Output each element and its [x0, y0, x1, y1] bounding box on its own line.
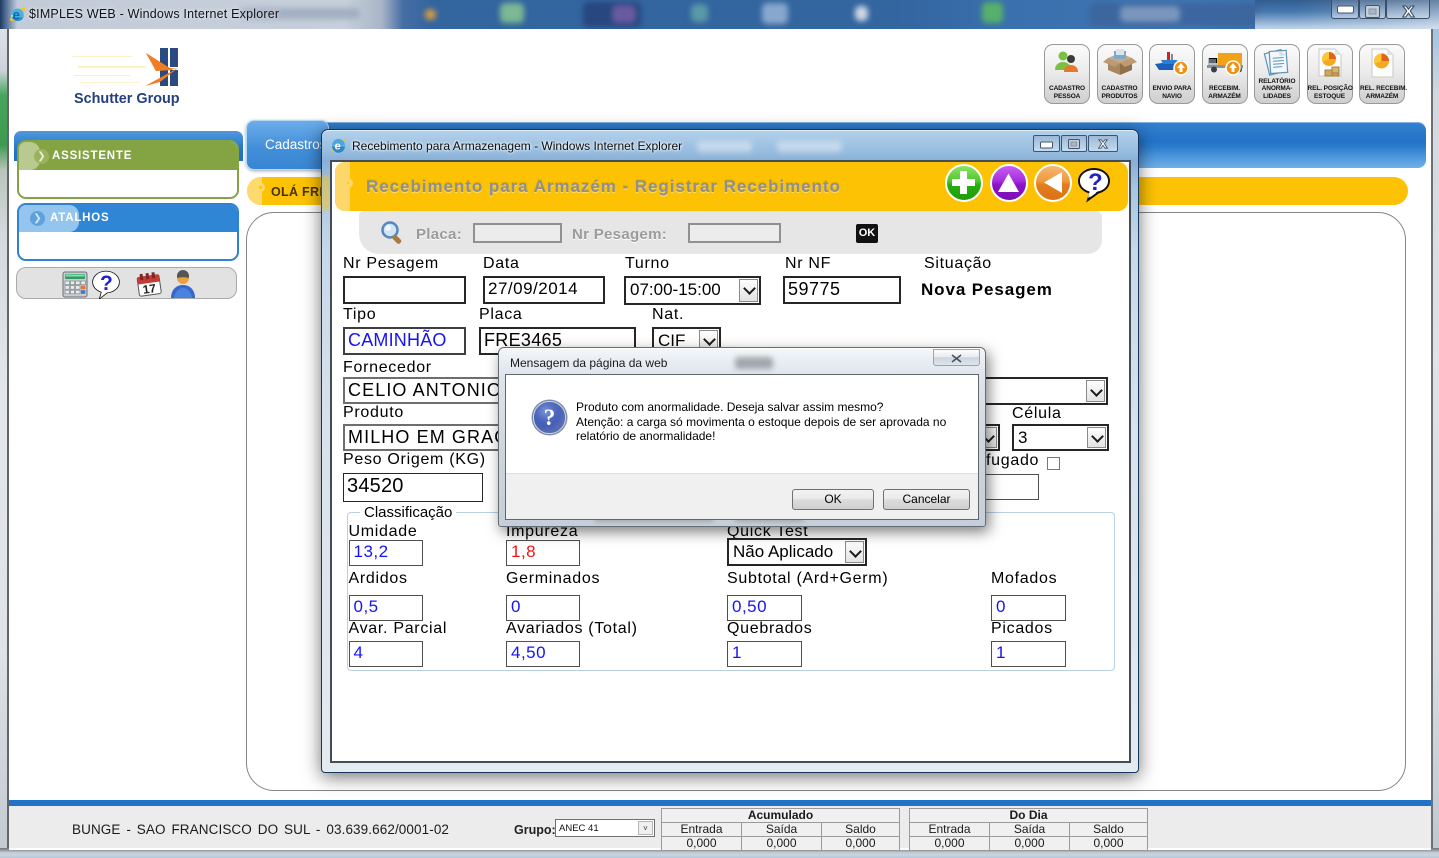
- svg-text:?: ?: [100, 272, 113, 295]
- svg-text:e: e: [334, 141, 340, 153]
- svg-text:?: ?: [1088, 169, 1103, 196]
- svg-text:17: 17: [142, 281, 157, 297]
- svg-text:e: e: [13, 7, 21, 22]
